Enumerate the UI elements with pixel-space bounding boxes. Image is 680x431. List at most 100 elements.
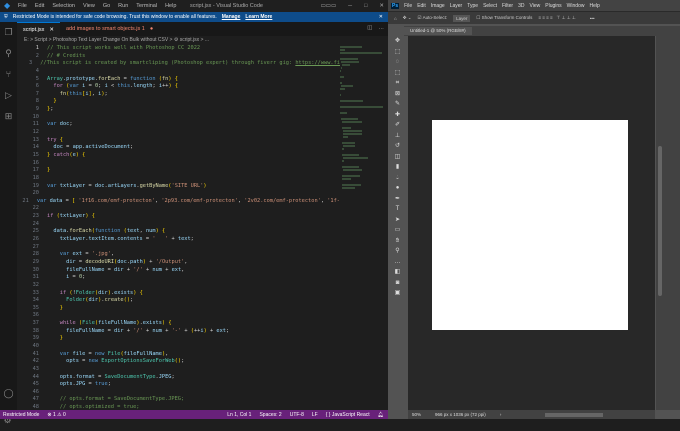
marquee-tool-icon[interactable]: ⬚: [395, 47, 401, 58]
hand-tool-icon[interactable]: ✋︎: [396, 236, 399, 247]
lasso-tool-icon[interactable]: ◌: [396, 57, 400, 68]
crop-tool-icon[interactable]: ⌗: [396, 78, 399, 89]
code-line[interactable]: 46: [17, 389, 340, 397]
split-editor-icon[interactable]: ◫: [367, 25, 372, 31]
explorer-icon[interactable]: ❐: [4, 22, 12, 43]
language-mode[interactable]: { } JavaScript React: [326, 412, 370, 418]
menu-help[interactable]: Help: [165, 3, 176, 9]
code-line[interactable]: 6 for (var i = 0; i < this.length; i++) …: [17, 83, 340, 91]
code-line[interactable]: 10: [17, 114, 340, 122]
code-line[interactable]: 45 opts.JPG = true;: [17, 381, 340, 389]
screen-mode-icon[interactable]: ▣: [395, 288, 401, 299]
home-icon[interactable]: ⌂: [394, 16, 397, 21]
maximize-button[interactable]: □: [364, 3, 367, 9]
ps-menu-window[interactable]: Window: [567, 3, 585, 9]
document-canvas[interactable]: [432, 120, 628, 330]
color-swatches-icon[interactable]: ◧: [395, 267, 401, 278]
indentation[interactable]: Spaces: 2: [259, 412, 281, 418]
account-icon[interactable]: ◯: [3, 383, 13, 404]
menu-edit[interactable]: Edit: [35, 3, 44, 9]
close-tab-icon[interactable]: ✕: [49, 27, 54, 33]
code-line[interactable]: 27: [17, 244, 340, 252]
ps-menu-3d[interactable]: 3D: [518, 3, 524, 9]
code-line[interactable]: 5Array.prototype.forEach = function (fn)…: [17, 76, 340, 84]
restricted-mode-status[interactable]: Restricted Mode: [3, 412, 39, 418]
code-line[interactable]: 17}: [17, 167, 340, 175]
code-line[interactable]: 18: [17, 175, 340, 183]
code-line[interactable]: 38 fileFullName = dir + '/' + num + '-' …: [17, 328, 340, 336]
code-line[interactable]: 32: [17, 282, 340, 290]
code-line[interactable]: 41 var file = new File(fileFullName),: [17, 351, 340, 359]
ps-menu-edit[interactable]: Edit: [417, 3, 426, 9]
more-actions-icon[interactable]: …: [379, 25, 385, 31]
edit-toolbar-icon[interactable]: …: [395, 257, 401, 268]
breadcrumb[interactable]: E: > Script > Photoshop Text Layer Chang…: [24, 37, 209, 43]
code-line[interactable]: 24: [17, 221, 340, 229]
code-line[interactable]: 4: [17, 68, 340, 76]
layout-icon[interactable]: ▭▭▭: [321, 3, 337, 9]
menu-go[interactable]: Go: [103, 3, 110, 9]
code-line[interactable]: 28 var ext = '.jpg',: [17, 251, 340, 259]
ps-menu-help[interactable]: Help: [589, 3, 599, 9]
object-select-icon[interactable]: ⬚: [395, 68, 401, 79]
problems-status[interactable]: ⊗ 1 ⚠ 0: [47, 412, 65, 418]
auto-select-checkbox[interactable]: ☑ Auto-Select:: [418, 15, 448, 21]
transform-controls-checkbox[interactable]: ☐ Show Transform Controls: [476, 15, 532, 21]
ps-menu-type[interactable]: Type: [467, 3, 478, 9]
menu-view[interactable]: View: [83, 3, 95, 9]
move-tool-icon[interactable]: ✥ ⌄: [403, 15, 412, 21]
code-line[interactable]: 13try {: [17, 137, 340, 145]
code-line[interactable]: 36: [17, 312, 340, 320]
search-icon[interactable]: ⚲: [5, 43, 12, 64]
brush-tool-icon[interactable]: ✐: [395, 120, 400, 131]
frame-tool-icon[interactable]: ⊠: [395, 89, 400, 100]
tab-script-jsx[interactable]: script.jsx✕: [17, 22, 60, 36]
quick-mask-icon[interactable]: ◙: [396, 278, 400, 289]
clone-stamp-icon[interactable]: ⊥: [395, 131, 400, 142]
code-line[interactable]: 40: [17, 343, 340, 351]
gradient-icon[interactable]: ▮: [396, 162, 399, 173]
ps-menu-layer[interactable]: Layer: [450, 3, 463, 9]
code-line[interactable]: 43: [17, 366, 340, 374]
code-line[interactable]: 1// This script works well with Photosho…: [17, 45, 340, 53]
ps-menu-plugins[interactable]: Plugins: [545, 3, 561, 9]
more-icon[interactable]: •••: [590, 16, 595, 21]
cursor-position[interactable]: Ln 1, Col 1: [227, 412, 251, 418]
menu-run[interactable]: Run: [118, 3, 128, 9]
code-line[interactable]: 16: [17, 160, 340, 168]
code-line[interactable]: 2// # Credits: [17, 53, 340, 61]
code-line[interactable]: 22: [17, 205, 340, 213]
path-select-icon[interactable]: ➤: [395, 215, 400, 226]
eol[interactable]: LF: [312, 412, 318, 418]
blur-icon[interactable]: 💧︎: [396, 173, 398, 184]
notifications-icon[interactable]: 🔔︎: [378, 412, 384, 418]
code-line[interactable]: 9};: [17, 106, 340, 114]
code-line[interactable]: 44 opts.format = SaveDocumentType.JPEG;: [17, 374, 340, 382]
scrollbar[interactable]: [658, 146, 662, 296]
close-button[interactable]: ✕: [379, 3, 384, 9]
healing-brush-icon[interactable]: ✚: [395, 110, 400, 121]
code-editor[interactable]: 1// This script works well with Photosho…: [17, 45, 340, 410]
code-line[interactable]: 21var data = [ '1f16.com/emf-protecton',…: [17, 198, 340, 206]
canvas-area[interactable]: [408, 36, 655, 410]
code-line[interactable]: 12: [17, 129, 340, 137]
ps-menu-file[interactable]: File: [404, 3, 412, 9]
code-line[interactable]: 7 fn(this[i], i);: [17, 91, 340, 99]
eraser-icon[interactable]: ◫: [395, 152, 401, 163]
code-line[interactable]: 34 Folder(dir).create();: [17, 297, 340, 305]
menu-terminal[interactable]: Terminal: [136, 3, 157, 9]
code-line[interactable]: 37 while (File(fileFullName).exists) {: [17, 320, 340, 328]
menu-selection[interactable]: Selection: [52, 3, 75, 9]
tab-add-images[interactable]: add images to smart objects.js 1●: [60, 22, 159, 36]
code-line[interactable]: 11var doc;: [17, 121, 340, 129]
code-line[interactable]: 19var txtLayer = doc.artLayers.getByName…: [17, 183, 340, 191]
rectangle-tool-icon[interactable]: ▭: [395, 225, 401, 236]
code-line[interactable]: 23if (txtLayer) {: [17, 213, 340, 221]
history-brush-icon[interactable]: ↺: [395, 141, 400, 152]
eyedropper-icon[interactable]: ✎: [395, 99, 400, 110]
document-tab[interactable]: Untitled-1 @ 50% (RGB/8#): [404, 27, 472, 35]
extensions-icon[interactable]: ⊞: [5, 106, 13, 127]
manage-link[interactable]: Manage: [222, 14, 241, 20]
minimize-button[interactable]: ─: [348, 3, 352, 9]
status-arrow-icon[interactable]: ›: [500, 412, 502, 417]
